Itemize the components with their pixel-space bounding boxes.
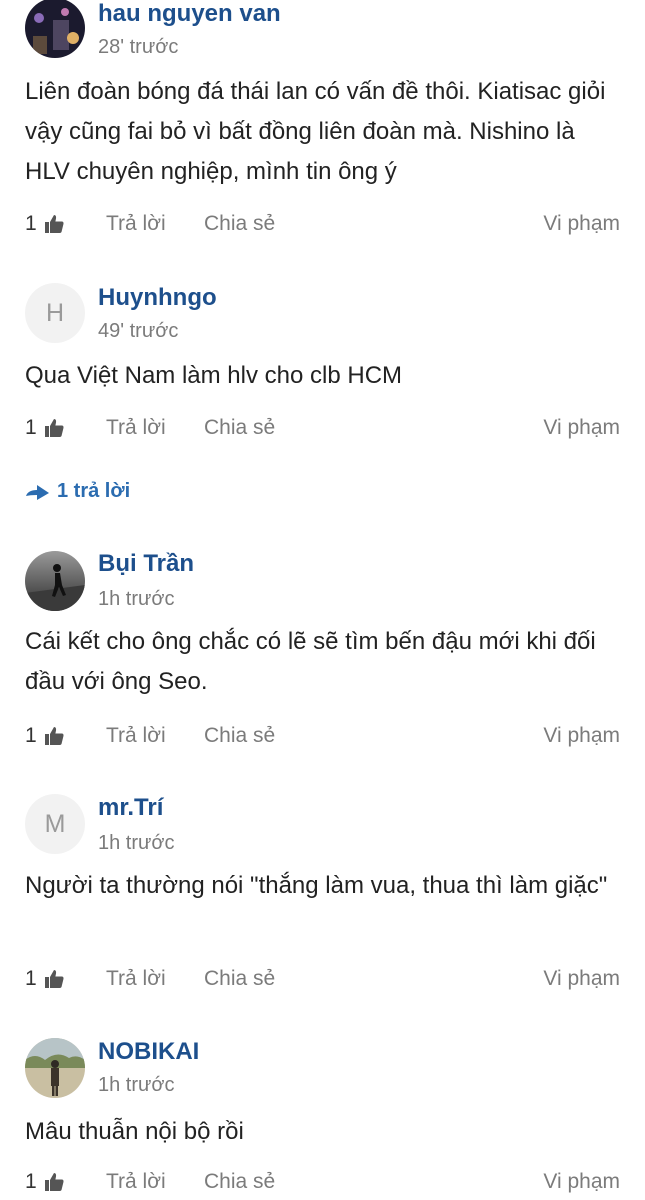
thumbs-up-icon [44,215,64,233]
report-button[interactable]: Vi phạm [543,1170,620,1194]
user-photo-night-city-icon [25,0,85,58]
like-button[interactable]: 1 [25,724,64,748]
thumbs-up-icon [44,419,64,437]
comment-actions: 1 Trả lời Chia sẻ Vi phạm [0,724,645,754]
avatar[interactable]: H [25,283,85,343]
user-photo-outdoor-icon [25,1038,85,1098]
avatar[interactable] [25,1038,85,1098]
comment-text: Cái kết cho ông chắc có lẽ sẽ tìm bến đậ… [25,628,596,695]
view-replies-label: 1 trả lời [57,480,131,502]
comment-time: 1h trước [98,588,175,610]
comment-text: Người ta thường nói "thắng làm vua, thua… [25,872,608,899]
reply-button[interactable]: Trả lời [106,724,166,748]
avatar-letter: M [44,809,66,838]
comment-time: 1h trước [98,832,175,854]
report-button[interactable]: Vi phạm [543,212,620,236]
share-button[interactable]: Chia sẻ [204,416,275,440]
thumbs-up-icon [44,727,64,745]
like-button[interactable]: 1 [25,416,64,440]
report-button[interactable]: Vi phạm [543,724,620,748]
comment-author[interactable]: Huynhngo [98,284,217,312]
avatar[interactable] [25,551,85,611]
like-count: 1 [25,212,37,235]
like-count: 1 [25,416,37,439]
reply-button[interactable]: Trả lời [106,1170,166,1194]
comment-text: Qua Việt Nam làm hlv cho clb HCM [25,362,403,389]
view-replies-link[interactable]: 1 trả lời [25,480,130,503]
like-button[interactable]: 1 [25,1170,64,1194]
comment-time: 49' trước [98,320,179,342]
like-button[interactable]: 1 [25,967,64,991]
comment-text: Mâu thuẫn nội bộ rồi [25,1118,244,1145]
share-button[interactable]: Chia sẻ [204,1170,275,1194]
like-count: 1 [25,967,37,990]
report-button[interactable]: Vi phạm [543,967,620,991]
comment-time: 1h trước [98,1074,175,1096]
reply-button[interactable]: Trả lời [106,416,166,440]
user-photo-runner-icon [25,551,85,611]
comment-text: Liên đoàn bóng đá thái lan có vấn đề thô… [25,78,606,185]
share-button[interactable]: Chia sẻ [204,967,275,991]
reply-button[interactable]: Trả lời [106,212,166,236]
reply-button[interactable]: Trả lời [106,967,166,991]
avatar[interactable] [25,0,85,58]
like-count: 1 [25,1170,37,1193]
comment-actions: 1 Trả lời Chia sẻ Vi phạm [0,212,645,242]
comment-actions: 1 Trả lời Chia sẻ Vi phạm [0,416,645,446]
comment-actions: 1 Trả lời Chia sẻ Vi phạm [0,1170,645,1200]
share-button[interactable]: Chia sẻ [204,212,275,236]
comment-author[interactable]: hau nguyen van [98,0,281,28]
comment-author[interactable]: Bụi Trần [98,550,194,578]
comment-time: 28' trước [98,36,179,58]
report-button[interactable]: Vi phạm [543,416,620,440]
thumbs-up-icon [44,1173,64,1191]
like-count: 1 [25,724,37,747]
avatar-letter: H [45,298,65,327]
avatar[interactable]: M [25,794,85,854]
share-button[interactable]: Chia sẻ [204,724,275,748]
comment-author[interactable]: NOBIKAI [98,1038,199,1066]
like-button[interactable]: 1 [25,212,64,236]
comment-author[interactable]: mr.Trí [98,794,163,822]
comment-actions: 1 Trả lời Chia sẻ Vi phạm [0,967,645,997]
thumbs-up-icon [44,970,64,988]
reply-arrow-icon [26,484,49,500]
